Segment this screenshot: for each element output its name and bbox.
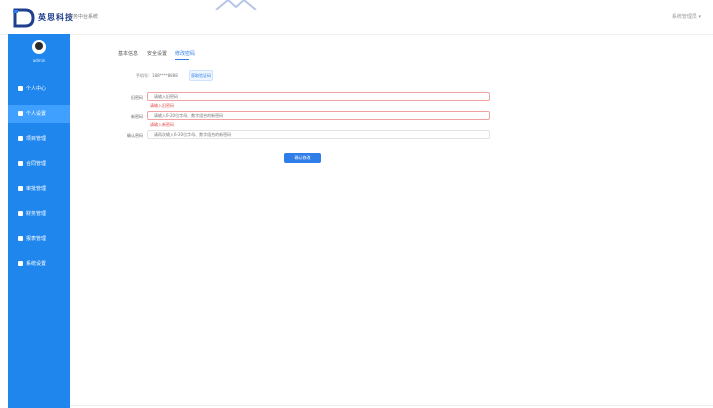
avatar[interactable] xyxy=(32,40,46,54)
new-password-error: 请输入新密码 xyxy=(150,122,174,127)
user-icon xyxy=(18,111,23,116)
home-icon xyxy=(18,86,23,91)
sidebar-item-personal-center[interactable]: 个人中心 xyxy=(8,80,70,98)
document-icon xyxy=(18,136,23,141)
tab-basic-info[interactable]: 基本信息 xyxy=(118,50,138,57)
active-tab-indicator xyxy=(175,59,189,60)
report-icon xyxy=(18,236,23,241)
sidebar-item-label: 报表管理 xyxy=(26,236,47,242)
new-password-input[interactable] xyxy=(147,111,490,120)
get-code-button[interactable]: 获取验证码 xyxy=(189,70,213,81)
user-menu[interactable]: 系统管理员 ▾ xyxy=(672,13,701,20)
sidebar-item-label: 系统设置 xyxy=(26,261,47,267)
new-password-label: 新密码 xyxy=(131,114,143,119)
sidebar: admin 个人中心 个人设置 项目管理 合同管理 审批管理 财务管理 报表管理… xyxy=(8,34,70,408)
old-password-label: 旧密码 xyxy=(131,95,143,100)
confirm-password-input[interactable] xyxy=(147,130,490,139)
sidebar-item-projects[interactable]: 项目管理 xyxy=(8,130,70,148)
sidebar-username: admin xyxy=(32,58,46,63)
finance-icon xyxy=(18,211,23,216)
sidebar-item-personal-settings[interactable]: 个人设置 xyxy=(8,105,70,123)
sidebar-item-label: 审批管理 xyxy=(26,186,47,192)
sidebar-item-label: 项目管理 xyxy=(26,136,47,142)
sidebar-item-label: 财务管理 xyxy=(26,211,47,217)
system-subtitle: 财务中台系统 xyxy=(68,14,99,20)
contract-icon xyxy=(18,161,23,166)
tab-change-password[interactable]: 修改密码 xyxy=(175,50,195,57)
phone-number-text: 手机号：188****8888 xyxy=(136,73,178,78)
sidebar-item-contracts[interactable]: 合同管理 xyxy=(8,155,70,173)
approval-icon xyxy=(18,186,23,191)
settings-icon xyxy=(18,261,23,266)
sidebar-item-label: 个人中心 xyxy=(26,86,47,92)
sidebar-item-finance[interactable]: 财务管理 xyxy=(8,205,70,223)
old-password-input[interactable] xyxy=(147,92,490,101)
logo-icon xyxy=(13,8,35,28)
avatar-icon xyxy=(35,42,43,50)
old-password-error: 请输入旧密码 xyxy=(150,103,174,108)
confirm-password-label: 确认密码 xyxy=(127,133,143,138)
top-header: 英思科技 财务中台系统 系统管理员 ▾ xyxy=(0,0,713,35)
sidebar-item-label: 合同管理 xyxy=(26,161,47,167)
sidebar-item-label: 个人设置 xyxy=(26,111,47,117)
sidebar-item-reports[interactable]: 报表管理 xyxy=(8,230,70,248)
sidebar-item-system-settings[interactable]: 系统设置 xyxy=(8,255,70,273)
tab-security[interactable]: 安全设置 xyxy=(147,50,167,57)
sidebar-item-approvals[interactable]: 审批管理 xyxy=(8,180,70,198)
decorative-mark-icon xyxy=(215,0,257,10)
divider xyxy=(70,405,713,406)
submit-button[interactable]: 确认修改 xyxy=(284,153,321,163)
